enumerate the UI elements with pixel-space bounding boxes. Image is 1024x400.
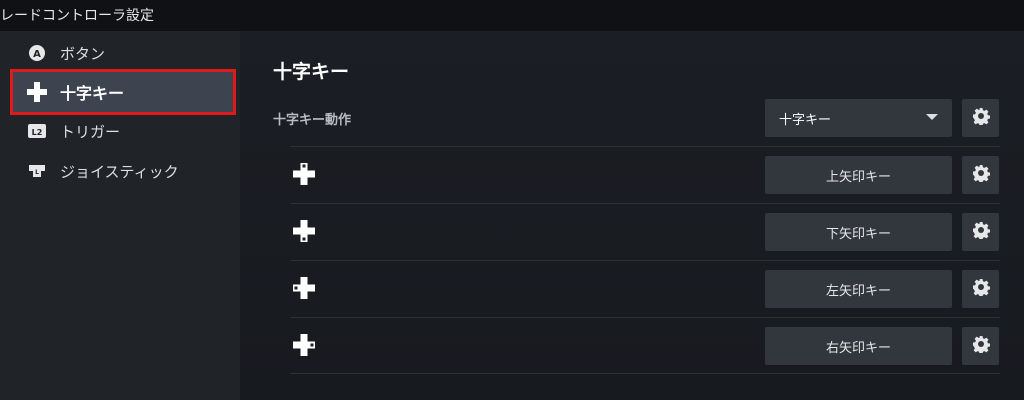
dpad-action-settings-button[interactable] — [962, 99, 999, 137]
chevron-down-icon — [926, 114, 938, 120]
sidebar-item-joystick[interactable]: L ジョイスティック — [10, 151, 236, 191]
gear-icon — [972, 107, 990, 129]
page-title: 十字キー — [273, 61, 350, 83]
sidebar: A ボタン 十字キー L2 トリガー L ジョイスティック — [0, 31, 240, 400]
dpad-left-icon — [292, 276, 316, 300]
dpad-action-label: 十字キー動作 — [273, 113, 352, 128]
dpad-down-icon — [292, 219, 316, 243]
left-settings-button[interactable] — [962, 270, 999, 308]
sidebar-item-label: ボタン — [60, 44, 106, 63]
gear-icon — [972, 221, 990, 243]
bind-left-label: 左矢印キー — [825, 283, 891, 299]
dpad-action-select[interactable]: 十字キー — [765, 99, 952, 137]
divider — [290, 203, 1000, 204]
l2-trigger-icon: L2 — [26, 120, 48, 142]
bind-left-button[interactable]: 左矢印キー — [765, 270, 952, 308]
main-panel: 十字キー 十字キー動作 十字キー 上矢印キー 下矢印キー 左矢印キー 右矢印キー — [240, 31, 1024, 400]
divider — [290, 317, 1000, 318]
sidebar-item-label: 十字キー — [60, 84, 125, 103]
divider — [290, 373, 1000, 374]
up-settings-button[interactable] — [962, 156, 999, 194]
bind-up-button[interactable]: 上矢印キー — [765, 156, 952, 194]
bind-down-label: 下矢印キー — [825, 226, 891, 242]
down-settings-button[interactable] — [962, 213, 999, 251]
right-settings-button[interactable] — [962, 327, 999, 365]
gear-icon — [972, 164, 990, 186]
a-button-icon: A — [26, 42, 48, 64]
sidebar-item-buttons[interactable]: A ボタン — [10, 33, 236, 73]
divider — [290, 146, 1000, 147]
gear-icon — [972, 335, 990, 357]
sidebar-item-label: トリガー — [60, 122, 121, 141]
gear-icon — [972, 278, 990, 300]
dpad-icon — [26, 81, 48, 103]
dpad-right-icon — [292, 333, 316, 357]
bind-down-button[interactable]: 下矢印キー — [765, 213, 952, 251]
svg-text:L: L — [35, 169, 39, 176]
svg-text:A: A — [33, 49, 41, 60]
title-bar: レードコントローラ設定 — [0, 0, 1024, 31]
bind-up-label: 上矢印キー — [825, 169, 891, 185]
sidebar-item-dpad[interactable]: 十字キー — [10, 69, 236, 115]
sidebar-item-trigger[interactable]: L2 トリガー — [10, 111, 236, 151]
sidebar-item-label: ジョイスティック — [60, 162, 179, 181]
bind-right-label: 右矢印キー — [825, 340, 891, 356]
divider — [290, 260, 1000, 261]
joystick-icon: L — [26, 160, 48, 182]
bind-right-button[interactable]: 右矢印キー — [765, 327, 952, 365]
dpad-up-icon — [292, 162, 316, 186]
svg-text:L2: L2 — [32, 128, 43, 137]
window-title: レードコントローラ設定 — [0, 8, 154, 24]
dpad-action-select-value: 十字キー — [779, 112, 832, 128]
